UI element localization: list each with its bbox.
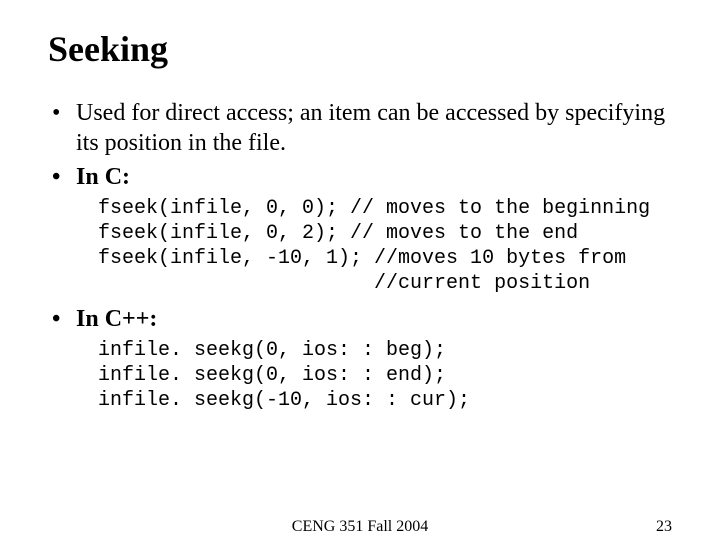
page-number: 23 (656, 518, 672, 536)
footer-center-text: CENG 351 Fall 2004 (0, 518, 720, 536)
slide-title: Seeking (48, 28, 672, 70)
code-block-c: fseek(infile, 0, 0); // moves to the beg… (48, 196, 672, 296)
bullet-intro: Used for direct access; an item can be a… (48, 98, 672, 158)
bullet-c-label: In C: (48, 162, 672, 192)
bullet-cpp-label: In C++: (48, 304, 672, 334)
code-block-cpp: infile. seekg(0, ios: : beg); infile. se… (48, 338, 672, 413)
slide: Seeking Used for direct access; an item … (0, 0, 720, 540)
slide-content: Used for direct access; an item can be a… (48, 98, 672, 413)
